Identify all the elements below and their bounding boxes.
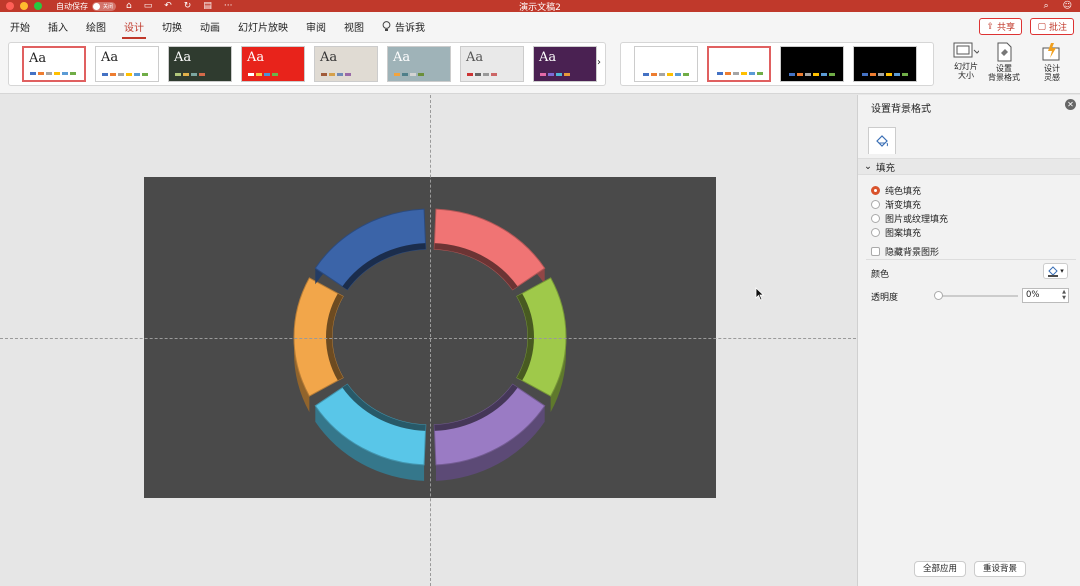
designer-button[interactable]: 设计 灵感 <box>1030 42 1074 90</box>
radio-button[interactable] <box>871 186 880 195</box>
zoom-window-button[interactable] <box>34 2 42 10</box>
reset-background-button[interactable]: 重设背景 <box>974 561 1027 577</box>
fill-option-gradient[interactable]: 渐变填充 <box>871 198 921 211</box>
format-background-button[interactable]: 设置 背景格式 <box>982 42 1026 90</box>
radio-button[interactable] <box>871 200 880 209</box>
variant-thumbnail[interactable] <box>634 46 698 82</box>
color-label: 颜色 <box>871 270 890 280</box>
autosave-label: 自动保存 <box>56 1 88 11</box>
theme-thumbnail[interactable]: Aa <box>533 46 597 82</box>
variant-thumbnail[interactable] <box>707 46 771 82</box>
ribbon-tabs: 开始 插入 绘图 设计 切换 动画 幻灯片放映 审阅 视图 告诉我 ⇪ 共享 ▢… <box>0 12 1080 40</box>
titlebar-right: ⌕ ☺ <box>1044 1 1072 11</box>
variant-thumbnail[interactable] <box>780 46 844 82</box>
theme-thumbnail[interactable]: Aa <box>460 46 524 82</box>
transparency-label: 透明度 <box>871 293 899 303</box>
fill-option-solid[interactable]: 纯色填充 <box>871 184 921 197</box>
theme-thumbnail[interactable]: Aa <box>22 46 86 82</box>
comment-icon: ▢ <box>1037 21 1046 32</box>
fill-option-picture[interactable]: 图片或纹理填充 <box>871 212 948 225</box>
checkbox[interactable] <box>871 247 880 256</box>
autosave: 自动保存 关闭 <box>56 1 116 12</box>
variant-thumbnail[interactable] <box>853 46 917 82</box>
vertical-guide <box>430 95 431 586</box>
slide-size-icon <box>953 42 979 58</box>
divider <box>866 259 1076 260</box>
chevron-right-icon[interactable]: › <box>597 57 601 68</box>
close-window-button[interactable] <box>6 2 14 10</box>
format-background-icon <box>997 42 1012 62</box>
mouse-cursor-icon <box>755 287 765 301</box>
save-icon[interactable]: ▭ <box>144 1 153 11</box>
theme-thumbnail[interactable]: Aa <box>387 46 451 82</box>
print-icon[interactable]: ▤ <box>203 1 212 11</box>
redo-icon[interactable]: ↻ <box>184 1 192 11</box>
transparency-stepper[interactable]: ▲ ▼ <box>1060 289 1068 302</box>
tab-transitions[interactable]: 切换 <box>160 15 184 38</box>
quick-access-toolbar: ⌂ ▭ ↶ ↻ ▤ ··· <box>126 1 232 11</box>
tell-me[interactable]: 告诉我 <box>382 19 425 34</box>
share-icon: ⇪ <box>986 21 994 32</box>
autosave-toggle[interactable]: 关闭 <box>92 1 116 11</box>
home-icon[interactable]: ⌂ <box>126 1 132 11</box>
close-icon[interactable]: ✕ <box>1065 99 1076 110</box>
minimize-window-button[interactable] <box>20 2 28 10</box>
tab-review[interactable]: 审阅 <box>304 15 328 38</box>
theme-thumbnail[interactable]: Aa <box>241 46 305 82</box>
lightbulb-icon <box>382 20 391 31</box>
chevron-down-icon: ⌄ <box>864 161 872 172</box>
tab-draw[interactable]: 绘图 <box>84 15 108 38</box>
title-bar: 自动保存 关闭 ⌂ ▭ ↶ ↻ ▤ ··· 演示文稿2 ⌕ ☺ <box>0 0 1080 13</box>
chevron-down-icon: ▾ <box>1060 267 1064 275</box>
transparency-slider-track[interactable] <box>938 295 1018 297</box>
slide-editor <box>0 95 856 586</box>
paint-bucket-icon <box>876 135 888 147</box>
window-controls <box>6 2 42 10</box>
fill-tab[interactable] <box>868 127 896 154</box>
account-icon[interactable]: ☺ <box>1063 1 1072 11</box>
format-background-pane: 设置背景格式 ✕ ⌄ 填充 纯色填充 渐变填充 图片或纹理填充 图案填充 隐藏背… <box>857 95 1080 586</box>
designer-icon <box>1042 43 1060 61</box>
variant-gallery <box>620 42 934 86</box>
theme-gallery: Aa Aa Aa Aa Aa Aa Aa Aa › <box>8 42 606 86</box>
undo-icon[interactable]: ↶ <box>164 1 172 11</box>
transparency-slider-thumb[interactable] <box>934 291 943 300</box>
search-icon[interactable]: ⌕ <box>1044 1 1049 11</box>
tab-slideshow[interactable]: 幻灯片放映 <box>236 15 290 38</box>
radio-button[interactable] <box>871 228 880 237</box>
share-button[interactable]: ⇪ 共享 <box>979 18 1022 35</box>
hide-background-graphics[interactable]: 隐藏背景图形 <box>871 245 939 258</box>
paint-bucket-icon <box>1048 266 1059 277</box>
theme-thumbnail[interactable]: Aa <box>314 46 378 82</box>
tab-design[interactable]: 设计 <box>122 15 146 39</box>
tab-animations[interactable]: 动画 <box>198 15 222 38</box>
fill-section-header[interactable]: ⌄ 填充 <box>858 158 1080 175</box>
fill-option-pattern[interactable]: 图案填充 <box>871 226 921 239</box>
more-icon[interactable]: ··· <box>224 1 233 11</box>
transparency-input[interactable]: 0% ▲ ▼ <box>1022 288 1069 303</box>
tab-view[interactable]: 视图 <box>342 15 366 38</box>
pane-title: 设置背景格式 <box>871 104 931 115</box>
comment-button[interactable]: ▢ 批注 <box>1030 18 1074 35</box>
horizontal-guide <box>0 338 856 339</box>
ribbon: Aa Aa Aa Aa Aa Aa Aa Aa › 幻灯片 大小 设置 背景格式… <box>0 40 1080 94</box>
radio-button[interactable] <box>871 214 880 223</box>
color-picker-button[interactable]: ▾ <box>1043 263 1068 279</box>
theme-thumbnail[interactable]: Aa <box>168 46 232 82</box>
tab-home[interactable]: 开始 <box>8 15 32 38</box>
apply-all-button[interactable]: 全部应用 <box>914 561 967 577</box>
tab-insert[interactable]: 插入 <box>46 15 70 38</box>
theme-thumbnail[interactable]: Aa <box>95 46 159 82</box>
